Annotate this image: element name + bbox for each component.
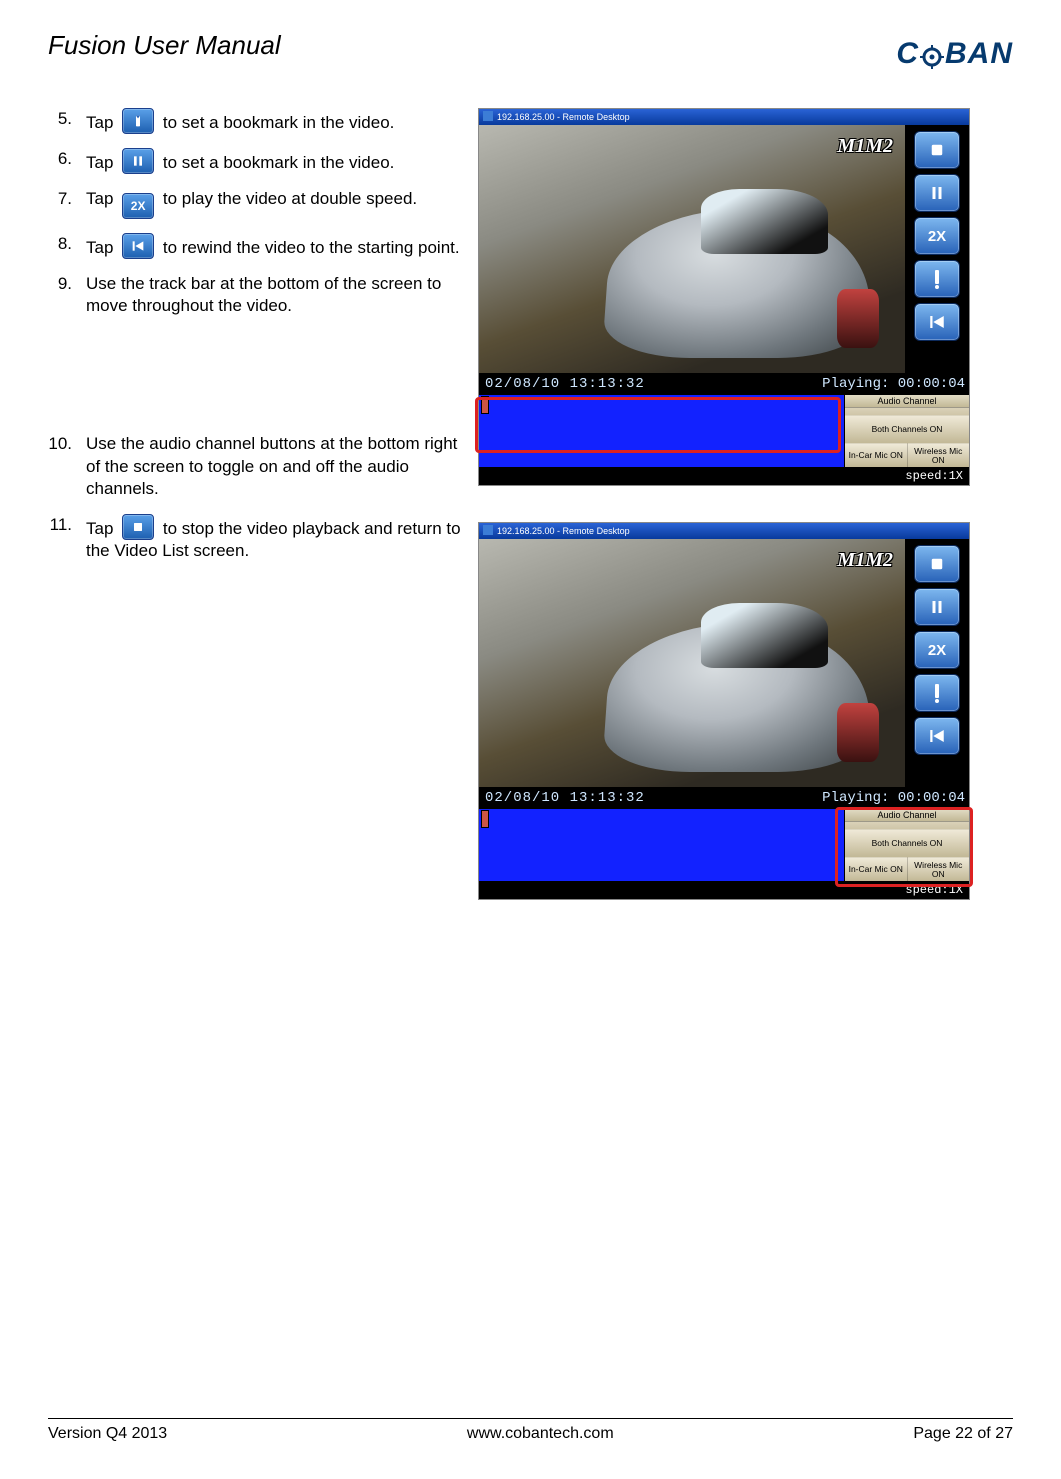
audio-incar-button[interactable]: In-Car Mic ON (845, 443, 908, 467)
stop-button[interactable] (914, 545, 960, 583)
logo-text-right: BAN (945, 37, 1013, 70)
timestamp: 02/08/10 13:13:32 (479, 790, 645, 806)
bookmark-icon (122, 108, 154, 134)
double-speed-button[interactable]: 2X (914, 631, 960, 669)
bookmark-button[interactable] (914, 674, 960, 712)
rewind-button[interactable] (914, 717, 960, 755)
screenshot-audio: 192.168.25.00 - Remote Desktop M1M2 2X (478, 522, 970, 900)
play-status: Playing: 00:00:04 (822, 790, 969, 806)
playback-button-bar: 2X (905, 125, 969, 373)
pause-icon (122, 148, 154, 174)
step-10: 10. Use the audio channel buttons at the… (48, 433, 468, 499)
track-bar[interactable] (479, 395, 844, 415)
window-title: 192.168.25.00 - Remote Desktop (493, 526, 630, 536)
video-frame: M1M2 (479, 539, 905, 787)
window-titlebar: 192.168.25.00 - Remote Desktop (479, 109, 969, 125)
step-5: 5. Tap to set a bookmark in the video. (48, 108, 468, 134)
audio-panel: Audio Channel (844, 809, 969, 829)
pause-button[interactable] (914, 174, 960, 212)
footer-page: Page 22 of 27 (913, 1425, 1013, 1443)
window-titlebar: 192.168.25.00 - Remote Desktop (479, 523, 969, 539)
audio-panel: Audio Channel (844, 395, 969, 415)
double-speed-icon: 2X (122, 193, 154, 219)
play-status: Playing: 00:00:04 (822, 376, 969, 392)
audio-wireless-button[interactable]: Wireless Mic ON (908, 443, 970, 467)
overlay-watermark: M1M2 (837, 135, 893, 158)
stop-icon (122, 514, 154, 540)
step-8: 8. Tap to rewind the video to the starti… (48, 233, 468, 259)
app-icon (483, 108, 493, 126)
overlay-watermark: M1M2 (837, 549, 893, 572)
audio-panel-header: Audio Channel (845, 395, 969, 408)
target-icon (920, 43, 944, 67)
footer-version: Version Q4 2013 (48, 1425, 167, 1443)
rewind-to-start-icon (122, 233, 154, 259)
pause-button[interactable] (914, 588, 960, 626)
step-11: 11. Tap to stop the video playback and r… (48, 514, 468, 562)
status-row: 02/08/10 13:13:32 Playing: 00:00:04 (479, 787, 969, 809)
track-bar-lower[interactable] (479, 829, 844, 857)
audio-incar-button[interactable]: In-Car Mic ON (845, 857, 908, 881)
step-6: 6. Tap to set a bookmark in the video. (48, 148, 468, 174)
bookmark-button[interactable] (914, 260, 960, 298)
video-frame: M1M2 (479, 125, 905, 373)
track-position-handle[interactable] (482, 811, 488, 827)
step-9: 9. Use the track bar at the bottom of th… (48, 273, 468, 317)
track-position-handle[interactable] (482, 397, 488, 413)
doc-title: Fusion User Manual (48, 30, 281, 61)
screenshot-trackbar: 192.168.25.00 - Remote Desktop M1M2 2X (478, 108, 970, 486)
window-title: 192.168.25.00 - Remote Desktop (493, 112, 630, 122)
logo-text-left: C (896, 37, 919, 70)
audio-both-channels-button[interactable]: Both Channels ON (845, 829, 969, 857)
lower-bar: Audio Channel Both Channels ON In-Car Mi… (479, 395, 969, 467)
track-bar[interactable] (479, 809, 844, 829)
lower-bar: Audio Channel Both Channels ON In-Car Mi… (479, 809, 969, 881)
status-row: 02/08/10 13:13:32 Playing: 00:00:04 (479, 373, 969, 395)
document-page: Fusion User Manual C BAN 5. Tap (0, 0, 1061, 1479)
screenshots-column: 192.168.25.00 - Remote Desktop M1M2 2X (478, 108, 1013, 936)
timestamp: 02/08/10 13:13:32 (479, 376, 645, 392)
brand-logo: C BAN (823, 30, 1013, 78)
speed-indicator: speed:1X (479, 881, 969, 899)
speed-indicator: speed:1X (479, 467, 969, 485)
rewind-button[interactable] (914, 303, 960, 341)
app-icon (483, 522, 493, 540)
track-bar-lower[interactable] (479, 415, 844, 443)
page-footer: Version Q4 2013 www.cobantech.com Page 2… (48, 1418, 1013, 1443)
step-7: 7. Tap 2X to play the video at double sp… (48, 188, 468, 219)
video-area: M1M2 2X (479, 125, 969, 373)
page-header: Fusion User Manual C BAN (48, 30, 1013, 78)
footer-url: www.cobantech.com (467, 1425, 614, 1443)
audio-wireless-button[interactable]: Wireless Mic ON (908, 857, 970, 881)
instructions-column: 5. Tap to set a bookmark in the video. 6… (48, 108, 468, 936)
steps-list: 5. Tap to set a bookmark in the video. 6… (48, 108, 468, 317)
steps-list-2: 10. Use the audio channel buttons at the… (48, 433, 468, 561)
double-speed-button[interactable]: 2X (914, 217, 960, 255)
video-area: M1M2 2X (479, 539, 969, 787)
stop-button[interactable] (914, 131, 960, 169)
content-body: 5. Tap to set a bookmark in the video. 6… (48, 108, 1013, 936)
audio-both-channels-button[interactable]: Both Channels ON (845, 415, 969, 443)
audio-panel-header: Audio Channel (845, 809, 969, 822)
playback-button-bar: 2X (905, 539, 969, 787)
